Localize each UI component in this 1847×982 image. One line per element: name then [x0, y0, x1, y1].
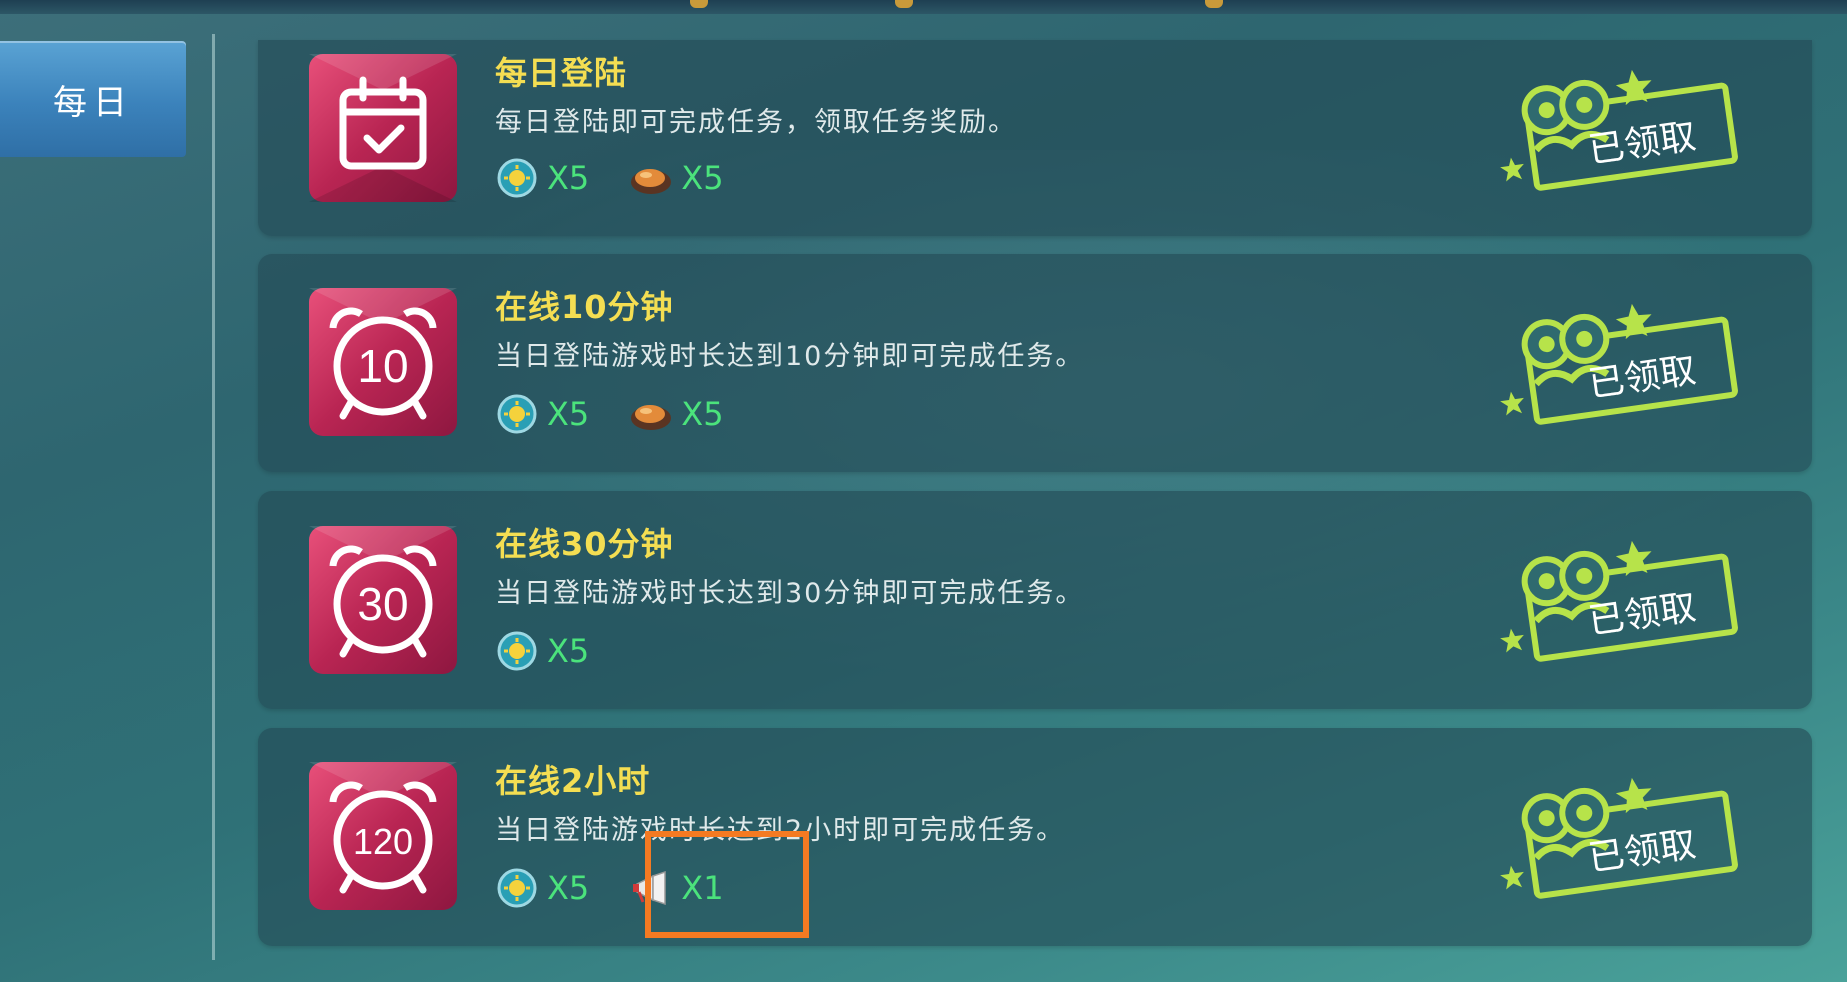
- roast-food-icon: [631, 169, 672, 194]
- task-title: 在线2小时: [495, 762, 651, 800]
- gear-coin-icon: [497, 394, 537, 434]
- reward-item: X5: [629, 156, 724, 200]
- claimed-label: 已领取: [1586, 116, 1699, 172]
- task-description: 当日登陆游戏时长达到10分钟即可完成任务。: [495, 341, 1085, 372]
- task-title: 每日登陆: [495, 54, 628, 92]
- reward-item: X1: [629, 866, 724, 910]
- task-description: 每日登陆即可完成任务，领取任务奖励。: [495, 107, 1017, 138]
- reward-quantity: X5: [547, 869, 590, 907]
- claimed-stamp[interactable]: 已领取: [1490, 535, 1752, 665]
- task-card-daily-login: 每日登陆 每日登陆即可完成任务，领取任务奖励。 X5 X5 已领取: [258, 40, 1812, 236]
- claimed-label: 已领取: [1586, 824, 1699, 880]
- task-title: 在线30分钟: [495, 525, 674, 563]
- task-card-online-2h: 120 在线2小时 当日登陆游戏时长达到2小时即可完成任务。 X5 X1 已领取: [258, 728, 1812, 946]
- reward-quantity: X5: [547, 632, 590, 670]
- task-title: 在线10分钟: [495, 288, 674, 326]
- reward-item: X5: [495, 156, 589, 200]
- top-bar: [0, 0, 1847, 14]
- claimed-label: 已领取: [1586, 587, 1699, 643]
- sidebar-divider: [212, 34, 215, 960]
- reward-item: X5: [629, 392, 724, 436]
- gear-coin-icon: [497, 868, 537, 908]
- task-description: 当日登陆游戏时长达到2小时即可完成任务。: [495, 815, 1066, 846]
- tab-daily[interactable]: 每日: [0, 41, 186, 157]
- claimed-stamp[interactable]: 已领取: [1490, 298, 1752, 428]
- alarm-clock-icon: 10: [309, 288, 457, 436]
- task-description: 当日登陆游戏时长达到30分钟即可完成任务。: [495, 578, 1085, 609]
- top-decoration: [1205, 0, 1223, 8]
- alarm-clock-icon: 120: [309, 762, 457, 910]
- reward-quantity: X5: [681, 395, 724, 433]
- reward-quantity: X5: [547, 159, 590, 197]
- calendar-check-icon: [309, 54, 457, 202]
- reward-quantity: X5: [547, 395, 590, 433]
- claimed-stamp[interactable]: 已领取: [1490, 772, 1752, 902]
- roast-food-icon: [631, 405, 672, 430]
- alarm-number: 30: [357, 578, 408, 630]
- top-decoration: [690, 0, 708, 8]
- top-decoration: [895, 0, 913, 8]
- gear-coin-icon: [497, 158, 537, 198]
- reward-item: X5: [495, 392, 589, 436]
- alarm-number: 10: [357, 340, 408, 392]
- reward-list: X5 X5: [495, 392, 764, 436]
- reward-quantity: X5: [681, 159, 724, 197]
- reward-quantity: X1: [681, 869, 724, 907]
- alarm-clock-icon: 30: [309, 526, 457, 674]
- task-card-online-30min: 30 在线30分钟 当日登陆游戏时长达到30分钟即可完成任务。 X5 已领取: [258, 491, 1812, 709]
- megaphone-icon: [633, 870, 667, 906]
- alarm-number: 120: [353, 821, 413, 862]
- reward-item: X5: [495, 629, 589, 673]
- claimed-label: 已领取: [1586, 350, 1699, 406]
- reward-list: X5 X1: [495, 866, 764, 910]
- claimed-stamp[interactable]: 已领取: [1490, 64, 1752, 194]
- gear-coin-icon: [497, 631, 537, 671]
- reward-list: X5 X5: [495, 156, 764, 200]
- reward-list: X5: [495, 629, 629, 673]
- task-card-online-10min: 10 在线10分钟 当日登陆游戏时长达到10分钟即可完成任务。 X5 X5 已领…: [258, 254, 1812, 472]
- reward-item: X5: [495, 866, 589, 910]
